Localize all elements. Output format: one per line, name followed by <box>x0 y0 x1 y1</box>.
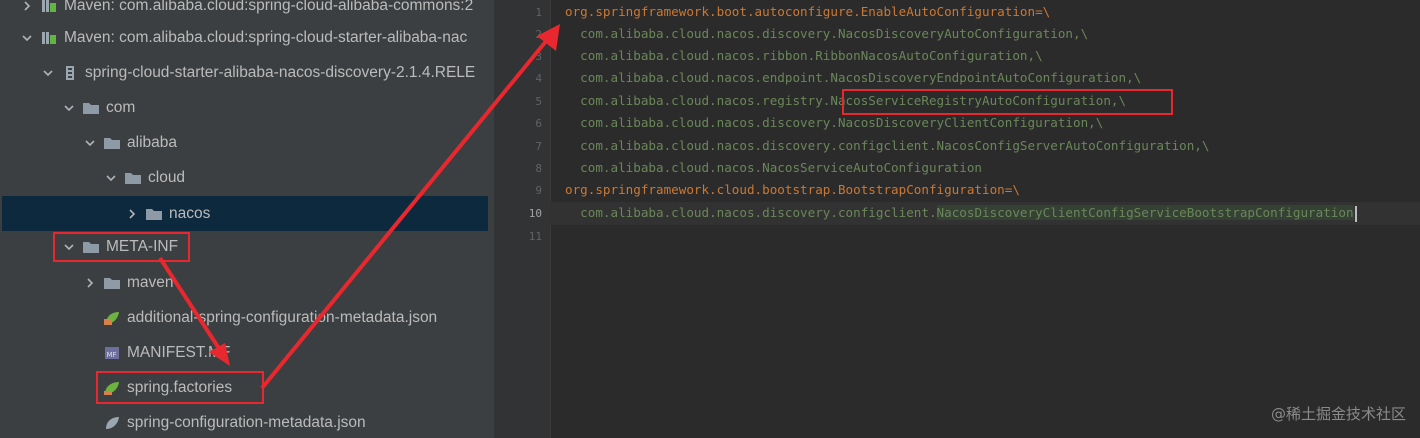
tree-row-label: spring-configuration-metadata.json <box>127 413 366 431</box>
folder-icon <box>124 170 142 186</box>
line-number: 11 <box>528 230 542 243</box>
code-text-boxed: NacosServiceRegistryAutoConfiguration,\ <box>830 93 1127 108</box>
code-line: com.alibaba.cloud.nacos.ribbon.RibbonNac… <box>565 48 1043 63</box>
code-text: com.alibaba.cloud.nacos.discovery.config… <box>565 205 937 220</box>
library-icon <box>40 0 58 14</box>
line-number: 5 <box>535 95 542 108</box>
code-line: com.alibaba.cloud.nacos.discovery.config… <box>565 205 1357 222</box>
tree-row-starter-library[interactable]: Maven: com.alibaba.cloud:spring-cloud-st… <box>0 20 494 55</box>
tree-row-label: spring-cloud-starter-alibaba-nacos-disco… <box>85 63 476 81</box>
chevron-right-icon[interactable] <box>20 0 34 13</box>
line-number: 1 <box>535 6 542 19</box>
library-icon <box>40 30 58 46</box>
tree-row-label: nacos <box>169 204 211 222</box>
tree-row-label: MANIFEST.MF <box>127 343 231 361</box>
line-number: 10 <box>528 207 542 220</box>
code-line: com.alibaba.cloud.nacos.discovery.NacosD… <box>565 115 1104 130</box>
svg-text:MF: MF <box>107 351 117 359</box>
tree-row-jar[interactable]: spring-cloud-starter-alibaba-nacos-disco… <box>0 55 494 90</box>
tree-row-nacos[interactable]: nacos <box>2 196 488 231</box>
tree-row-manifest[interactable]: MF MANIFEST.MF <box>0 335 494 370</box>
tree-row-com[interactable]: com <box>0 90 494 125</box>
manifest-icon: MF <box>103 345 121 361</box>
tree-row-label: Maven: com.alibaba.cloud:spring-cloud-st… <box>64 28 468 46</box>
tree-row-maven[interactable]: maven <box>0 265 494 300</box>
code-line: org.springframework.boot.autoconfigure.E… <box>565 4 1051 19</box>
tree-row-config-metadata[interactable]: spring-configuration-metadata.json <box>0 405 494 438</box>
chevron-down-icon[interactable] <box>104 171 118 185</box>
tree-row-spring-factories[interactable]: spring.factories <box>0 370 494 405</box>
tree-row-label: alibaba <box>127 133 177 151</box>
tree-row-label: spring.factories <box>127 378 233 396</box>
chevron-down-icon[interactable] <box>41 66 55 80</box>
line-number: 6 <box>535 117 542 130</box>
code-text: com.alibaba.cloud.nacos.registry. <box>565 93 831 108</box>
code-line: org.springframework.cloud.bootstrap.Boot… <box>565 182 1020 197</box>
line-number: 9 <box>535 184 542 197</box>
chevron-down-icon[interactable] <box>83 136 97 150</box>
code-editor[interactable]: 1 2 3 4 5 6 7 8 9 10 11 org.springframew… <box>498 0 1420 438</box>
tree-row-cloud[interactable]: cloud <box>0 160 494 195</box>
tree-row-label: cloud <box>148 168 186 186</box>
jar-icon <box>61 65 79 81</box>
tree-row-additional-metadata[interactable]: additional-spring-configuration-metadata… <box>0 300 494 335</box>
spring-json-icon <box>103 415 121 431</box>
line-number: 7 <box>535 140 542 153</box>
code-line: com.alibaba.cloud.nacos.discovery.NacosD… <box>565 26 1089 41</box>
folder-icon <box>145 206 163 222</box>
spring-factories-icon <box>103 380 121 396</box>
line-number-gutter: 1 2 3 4 5 6 7 8 9 10 11 <box>498 0 551 438</box>
chevron-right-icon[interactable] <box>83 276 97 290</box>
folder-icon <box>82 100 100 116</box>
watermark: @稀土掘金技术社区 <box>1270 405 1406 423</box>
tree-row-label: Maven: com.alibaba.cloud:spring-cloud-al… <box>64 0 474 14</box>
chevron-right-icon[interactable] <box>125 207 139 221</box>
line-number: 4 <box>535 72 542 85</box>
code-line: com.alibaba.cloud.nacos.discovery.config… <box>565 138 1210 153</box>
line-number: 2 <box>535 28 542 41</box>
project-tree-panel: Maven: com.alibaba.cloud:spring-cloud-al… <box>0 0 494 438</box>
code-line: com.alibaba.cloud.nacos.NacosServiceAuto… <box>565 160 983 175</box>
line-number: 8 <box>535 162 542 175</box>
code-line: com.alibaba.cloud.nacos.registry.NacosSe… <box>565 93 1126 108</box>
tree-row-meta-inf[interactable]: META-INF <box>0 229 494 264</box>
code-line: com.alibaba.cloud.nacos.endpoint.NacosDi… <box>565 70 1142 85</box>
folder-icon <box>82 239 100 255</box>
chevron-down-icon[interactable] <box>62 240 76 254</box>
spring-json-icon <box>103 310 121 326</box>
tree-row-label: com <box>106 98 136 116</box>
tree-row-label: maven <box>127 273 174 291</box>
code-text-highlighted: NacosDiscoveryClientConfigServiceBootstr… <box>936 205 1354 220</box>
chevron-down-icon[interactable] <box>62 101 76 115</box>
folder-icon <box>103 135 121 151</box>
line-number: 3 <box>535 50 542 63</box>
tree-row-label: META-INF <box>106 237 179 255</box>
tree-row-alibaba[interactable]: alibaba <box>0 125 494 160</box>
text-caret <box>1354 205 1357 222</box>
chevron-down-icon[interactable] <box>20 31 34 45</box>
tree-row-label: additional-spring-configuration-metadata… <box>127 308 438 326</box>
folder-icon <box>103 275 121 291</box>
